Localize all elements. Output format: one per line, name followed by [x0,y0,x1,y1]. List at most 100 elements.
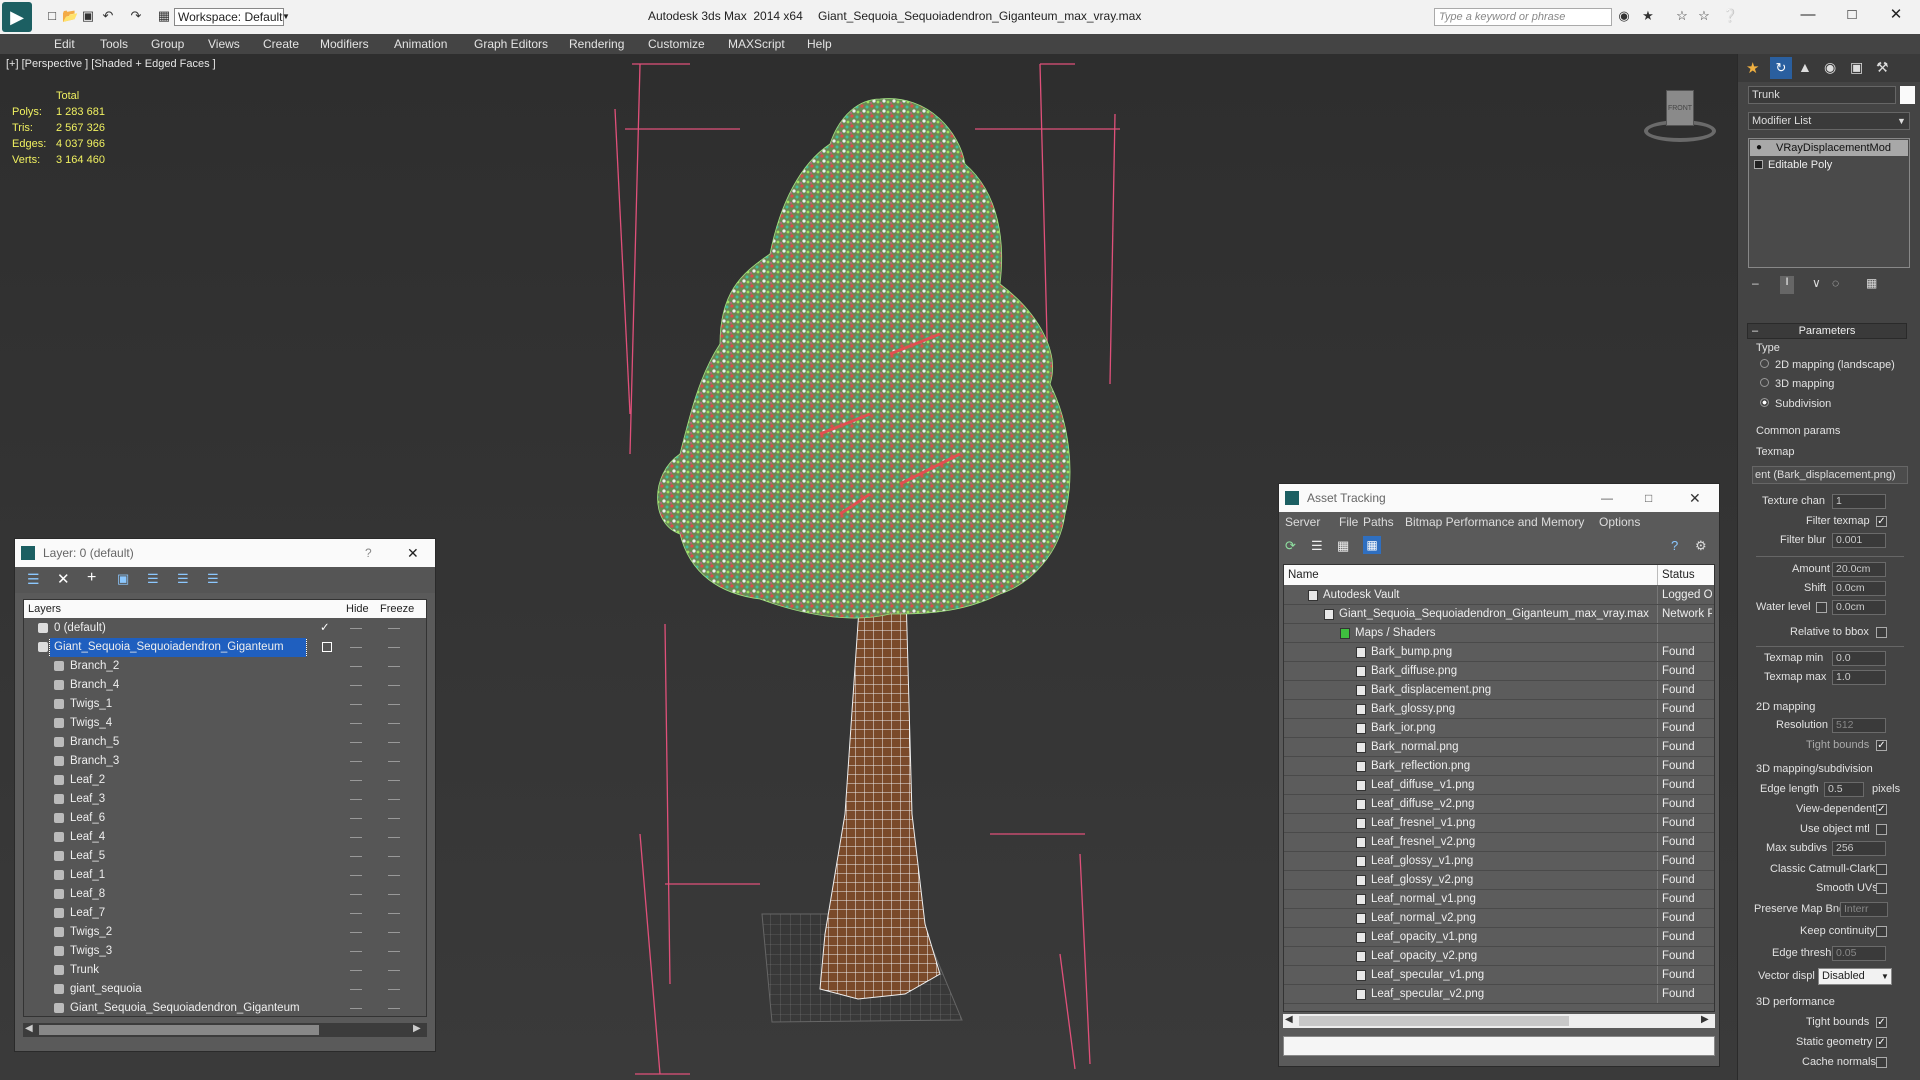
layer-row[interactable]: Leaf_7 [24,904,426,923]
asset-hscrollbar[interactable]: ◀ ▶ [1283,1014,1715,1028]
hide-toggle[interactable] [350,894,362,895]
asset-row[interactable]: Leaf_normal_v1.png Found [1284,890,1714,909]
col-hide[interactable]: Hide [346,600,369,618]
highlight-layer-icon[interactable]: ☰ [147,571,159,587]
hide-toggle[interactable] [350,704,362,705]
hide-toggle[interactable] [350,970,362,971]
asset-help-icon[interactable]: ? [1671,538,1678,553]
perf-tight-bounds-checkbox[interactable]: ✓ [1876,1017,1887,1028]
menu-customize[interactable]: Customize [648,37,705,51]
hide-all-layers-icon[interactable]: ☰ [177,571,189,587]
modifier-list-dropdown[interactable]: Modifier List ▼ [1748,112,1910,130]
asset-menu-bitmap[interactable]: Bitmap Performance and Memory [1405,512,1584,532]
asset-row[interactable]: Leaf_diffuse_v2.png Found [1284,795,1714,814]
layer-row[interactable]: Leaf_8 [24,885,426,904]
bulb-icon[interactable]: ● [1756,140,1762,156]
freeze-toggle[interactable] [388,666,400,667]
redo-icon[interactable]: ↷ [128,8,144,24]
asset-row[interactable]: Giant_Sequoia_Sequoiadendron_Giganteum_m… [1284,605,1714,624]
asset-scroll-thumb[interactable] [1299,1016,1569,1026]
scroll-left-icon[interactable]: ◀ [25,1023,33,1034]
asset-row[interactable]: Leaf_glossy_v2.png Found [1284,871,1714,890]
favorites-icon[interactable]: ☆ [1696,8,1712,24]
keep-continuity-checkbox[interactable] [1876,926,1887,937]
menu-modifiers[interactable]: Modifiers [320,37,369,51]
layer-row[interactable]: Giant_Sequoia_Sequoiadendron_Giganteum [24,999,426,1018]
asset-row[interactable]: Leaf_opacity_v2.png Found [1284,947,1714,966]
radio-2d-mapping[interactable]: 2D mapping (landscape) [1760,359,1895,371]
edge-thresh-spinner[interactable]: 0.05 [1832,946,1886,961]
asset-row[interactable]: Leaf_diffuse_v1.png Found [1284,776,1714,795]
object-color-swatch[interactable] [1900,86,1915,104]
asset-row[interactable]: Bark_reflection.png Found [1284,757,1714,776]
asset-row[interactable]: Bark_bump.png Found [1284,643,1714,662]
asset-row[interactable]: Leaf_specular_v2.png Found [1284,985,1714,1004]
communication-icon[interactable]: ★ [1640,8,1656,24]
object-name-field[interactable]: Trunk [1748,86,1896,104]
freeze-toggle[interactable] [388,780,400,781]
display-tab-icon[interactable]: ▣ [1850,59,1863,76]
menu-tools[interactable]: Tools [100,37,128,51]
exchange-icon[interactable]: ☆ [1674,8,1690,24]
pin-stack-icon[interactable]: – [1752,276,1759,290]
texmap-max-spinner[interactable]: 1.0 [1832,670,1886,685]
asset-maximize-icon[interactable]: □ [1645,484,1652,512]
hide-toggle[interactable] [350,951,362,952]
maximize-icon[interactable]: □ [1840,5,1864,25]
workspace-dropdown[interactable]: Workspace: Default [174,8,284,26]
tight-bounds-checkbox[interactable]: ✓ [1876,740,1887,751]
texmap-button[interactable]: ent (Bark_displacement.png) [1752,466,1908,484]
filter-blur-spinner[interactable]: 0.001 [1832,533,1886,548]
layer-row[interactable]: Twigs_3 [24,942,426,961]
grid-view-icon[interactable]: ▦ [1363,536,1381,554]
layer-row[interactable]: Leaf_6 [24,809,426,828]
menu-animation[interactable]: Animation [394,37,447,51]
hide-toggle[interactable] [350,666,362,667]
static-geometry-checkbox[interactable]: ✓ [1876,1037,1887,1048]
freeze-toggle[interactable] [388,951,400,952]
freeze-toggle[interactable] [388,856,400,857]
freeze-all-layers-icon[interactable]: ☰ [207,571,219,587]
asset-row[interactable]: Bark_displacement.png Found [1284,681,1714,700]
menu-maxscript[interactable]: MAXScript [728,37,785,51]
filter-texmap-checkbox[interactable]: ✓ [1876,516,1887,527]
show-end-result-icon[interactable]: I [1780,276,1794,294]
hide-toggle[interactable] [350,989,362,990]
max-subdivs-spinner[interactable]: 256 [1832,841,1886,856]
app-logo-icon[interactable]: ▶ [2,2,32,32]
minimize-icon[interactable]: — [1796,5,1820,25]
hide-toggle[interactable] [350,913,362,914]
col-freeze[interactable]: Freeze [380,600,414,618]
freeze-toggle[interactable] [388,685,400,686]
asset-list[interactable]: Name Status Autodesk Vault Logged Ou Giant… [1283,564,1715,1012]
new-file-icon[interactable]: □ [44,8,60,24]
use-object-mtl-checkbox[interactable] [1876,824,1887,835]
hide-toggle[interactable] [350,932,362,933]
parameters-rollout-header[interactable]: – Parameters [1747,323,1907,339]
make-unique-icon[interactable]: ∨ [1812,276,1821,290]
menu-create[interactable]: Create [263,37,299,51]
asset-row[interactable]: Leaf_normal_v2.png Found [1284,909,1714,928]
layer-row[interactable]: Branch_2 [24,657,426,676]
col-layers[interactable]: Layers [28,600,61,618]
search-input[interactable]: Type a keyword or phrase [1434,8,1612,26]
asset-row[interactable]: Autodesk Vault Logged Ou [1284,586,1714,605]
hide-toggle[interactable] [350,761,362,762]
hide-toggle[interactable] [350,856,362,857]
freeze-toggle[interactable] [388,818,400,819]
layer-row[interactable]: Branch_5 [24,733,426,752]
hide-toggle[interactable] [350,818,362,819]
close-icon[interactable]: ✕ [1884,5,1908,25]
freeze-toggle[interactable] [388,894,400,895]
asset-row[interactable]: Leaf_opacity_v1.png Found [1284,928,1714,947]
menu-group[interactable]: Group [151,37,184,51]
asset-row[interactable]: Leaf_specular_v1.png Found [1284,966,1714,985]
select-objects-icon[interactable]: ▣ [117,571,129,587]
freeze-toggle[interactable] [388,628,400,629]
asset-row[interactable]: Bark_normal.png Found [1284,738,1714,757]
refresh-icon[interactable]: ⟳ [1285,538,1296,554]
hide-toggle[interactable] [350,837,362,838]
layer-panel-titlebar[interactable]: Layer: 0 (default) ? ✕ [15,539,435,567]
layer-row[interactable]: Twigs_1 [24,695,426,714]
workspace-chevron-icon[interactable]: ▼ [282,8,294,26]
